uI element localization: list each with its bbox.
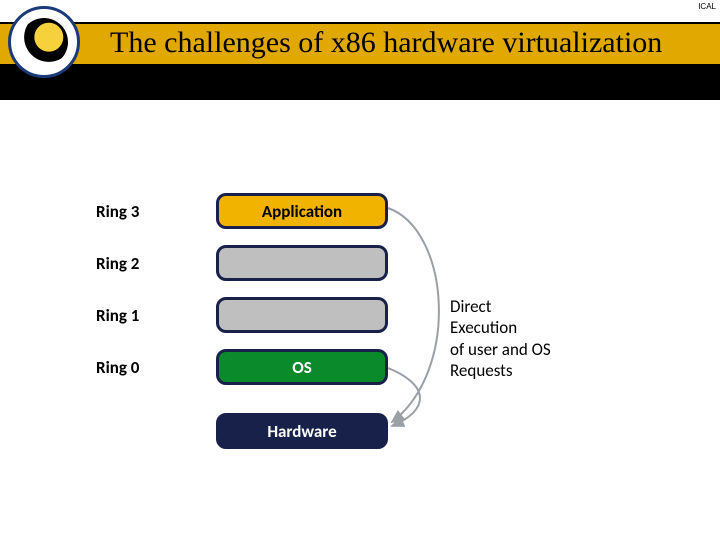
- application-box: Application: [216, 193, 388, 229]
- slide-header: The challenges of x86 hardware virtualiz…: [0, 0, 720, 80]
- ring-2-box: [216, 245, 388, 281]
- row-ring-1: Ring 1: [0, 294, 720, 336]
- slide-title: The challenges of x86 hardware virtualiz…: [110, 26, 662, 60]
- os-box: OS: [216, 349, 388, 385]
- ring-0-label: Ring 0: [96, 357, 139, 378]
- corner-label: ICAL: [698, 2, 716, 11]
- ring-3-label: Ring 3: [96, 201, 139, 222]
- row-ring-0: Ring 0 OS: [0, 346, 720, 388]
- slide-content: Ring 3 Application Ring 2 Ring 1 Ring 0 …: [0, 100, 720, 540]
- ring-2-label: Ring 2: [96, 253, 139, 274]
- row-ring-2: Ring 2: [0, 242, 720, 284]
- ring-1-label: Ring 1: [96, 305, 139, 326]
- direct-execution-annotation: Direct Execution of user and OS Requests: [450, 296, 551, 381]
- row-hardware: Hardware: [0, 410, 720, 452]
- ring-1-box: [216, 297, 388, 333]
- row-ring-3: Ring 3 Application: [0, 190, 720, 232]
- logo-inner-icon: [20, 18, 68, 66]
- header-black-band: [0, 66, 720, 84]
- university-logo: [8, 6, 80, 78]
- hardware-box: Hardware: [216, 413, 388, 449]
